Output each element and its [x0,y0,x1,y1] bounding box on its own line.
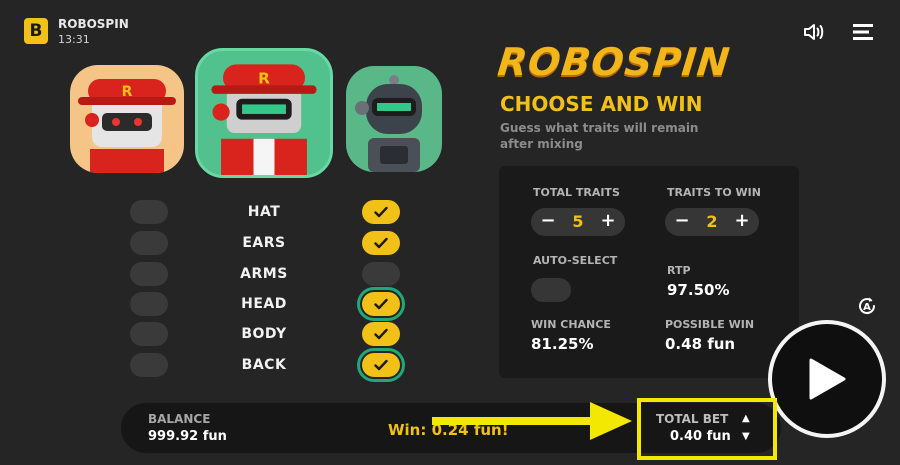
svg-text:R: R [122,84,133,100]
trait-label: BODY [241,326,287,342]
trait-toggle-left[interactable] [130,231,168,255]
traits-to-win-label: TRAITS TO WIN [667,186,761,199]
app-clock: 13:31 [58,33,90,46]
possible-win-value: 0.48 fun [665,335,736,353]
annotation-arrow-head [590,402,632,440]
rtp-label: RTP [667,264,691,277]
trait-check-toggle[interactable] [357,287,405,321]
trait-row-head: HEAD [128,287,405,321]
checkmark-icon [374,328,388,340]
trait-label: ARMS [240,266,288,282]
app-logo: B [24,18,48,44]
total-traits-label: TOTAL TRAITS [533,186,620,199]
robot-avatar-center: R [195,48,333,178]
traits-to-win-value: 2 [706,212,718,231]
auto-select-toggle[interactable] [531,278,571,302]
win-chance-value: 81.25% [531,335,594,353]
traits-to-win-minus-button[interactable]: − [671,210,693,231]
subtitle-line-2: after mixing [500,137,583,151]
subtitle-line-1: Guess what traits will remain [500,121,699,135]
rtp-value: 97.50% [667,281,730,299]
game-brand-logo: ROBOSPIN [495,40,733,84]
total-traits-value: 5 [572,212,584,231]
trait-row-body: BODY [128,320,400,346]
menu-icon[interactable] [853,22,875,42]
trait-row-arms: ARMS [128,260,400,286]
trait-label: HEAD [241,296,287,312]
total-bet-label: TOTAL BET [656,412,729,426]
autoplay-icon[interactable]: A [855,294,879,318]
top-bar: B ROBOSPIN 13:31 [0,0,900,60]
traits-to-win-plus-button[interactable]: + [731,210,753,231]
balance-label: BALANCE [148,412,211,426]
trait-check-toggle[interactable] [362,262,400,286]
checkmark-icon [374,298,388,310]
total-traits-plus-button[interactable]: + [597,210,619,231]
svg-text:R: R [258,69,270,87]
trait-check-toggle[interactable] [362,231,400,255]
checkmark-icon [374,359,388,371]
win-chance-label: WIN CHANCE [531,318,611,331]
svg-text:A: A [863,302,871,313]
trait-label: HAT [247,204,281,220]
trait-row-ears: EARS [128,229,400,255]
trait-label: EARS [242,235,286,251]
robot-avatar-left: R [70,65,184,173]
possible-win-label: POSSIBLE WIN [665,318,755,331]
trait-check-toggle[interactable] [357,348,405,382]
trait-check-toggle[interactable] [362,200,400,224]
bet-increase-button[interactable]: ▲ [742,413,750,424]
headline: CHOOSE AND WIN [500,92,703,116]
trait-toggle-left[interactable] [130,262,168,286]
sound-icon[interactable] [802,20,826,44]
total-bet-value: 0.40 fun [670,429,731,444]
trait-row-back: BACK [128,348,405,382]
play-icon [809,358,846,400]
robot-avatar-right [346,66,442,172]
trait-row-hat: HAT [128,198,400,224]
checkmark-icon [374,237,388,249]
trait-toggle-left[interactable] [130,322,168,346]
trait-toggle-left[interactable] [130,200,168,224]
trait-toggle-left[interactable] [130,292,168,316]
play-button[interactable] [768,320,886,438]
auto-select-label: AUTO-SELECT [533,254,618,267]
trait-toggle-left[interactable] [130,353,168,377]
checkmark-icon [374,206,388,218]
trait-label: BACK [241,357,287,373]
traits-to-win-stepper: − 2 + [665,208,759,236]
app-name: ROBOSPIN [58,17,129,31]
balance-value: 999.92 fun [148,429,227,444]
settings-panel: TOTAL TRAITS − 5 + TRAITS TO WIN − 2 + A… [499,166,799,378]
total-traits-minus-button[interactable]: − [537,210,559,231]
annotation-arrow-shaft [432,417,592,425]
trait-check-toggle[interactable] [362,322,400,346]
total-traits-stepper: − 5 + [531,208,625,236]
bet-decrease-button[interactable]: ▼ [742,431,750,442]
